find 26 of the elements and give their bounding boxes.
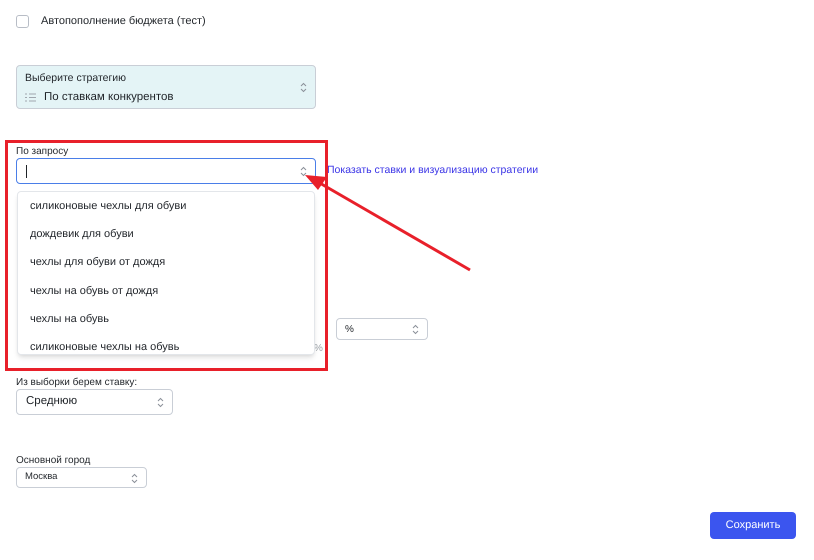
strategy-select[interactable]: Выберите стратегию По ставкам конкурентов <box>16 65 316 109</box>
dropdown-option[interactable]: чехлы на обувь <box>18 305 314 334</box>
dropdown-option[interactable]: силиконовые чехлы для обуви <box>18 192 314 220</box>
checkbox[interactable] <box>16 14 29 28</box>
bid-label: Из выборки берем ставку: <box>16 377 138 388</box>
chevron-icon <box>300 166 307 177</box>
query-label: По запросу <box>16 146 68 157</box>
bid-select[interactable]: Среднюю <box>16 389 173 415</box>
list-icon <box>25 93 36 102</box>
dropdown-option[interactable]: чехлы для обуви от дождя <box>18 248 314 277</box>
dropdown-option[interactable]: силиконовые чехлы на обувь <box>18 333 314 354</box>
strategy-value: По ставкам конкурентов <box>44 90 174 105</box>
query-input[interactable] <box>16 158 316 184</box>
unit-select[interactable]: % <box>336 318 428 340</box>
chevron-icon <box>412 324 419 335</box>
strategy-label: Выберите стратегию <box>25 72 126 84</box>
strategy-link[interactable]: Показать ставки и визуализацию стратегии <box>327 163 538 179</box>
chevron-icon <box>157 397 164 408</box>
save-button[interactable]: Сохранить <box>710 512 796 539</box>
dropdown-option[interactable]: чехлы на обувь от дождя <box>18 276 314 306</box>
checkbox-label: Автопополнение бюджета (тест) <box>41 14 206 29</box>
dropdown-option[interactable]: дождевик для обуви <box>18 220 314 249</box>
city-select[interactable]: Москва <box>16 467 147 488</box>
city-label: Основной город <box>16 455 90 466</box>
chevron-icon <box>300 82 307 93</box>
chevron-icon <box>131 473 138 484</box>
